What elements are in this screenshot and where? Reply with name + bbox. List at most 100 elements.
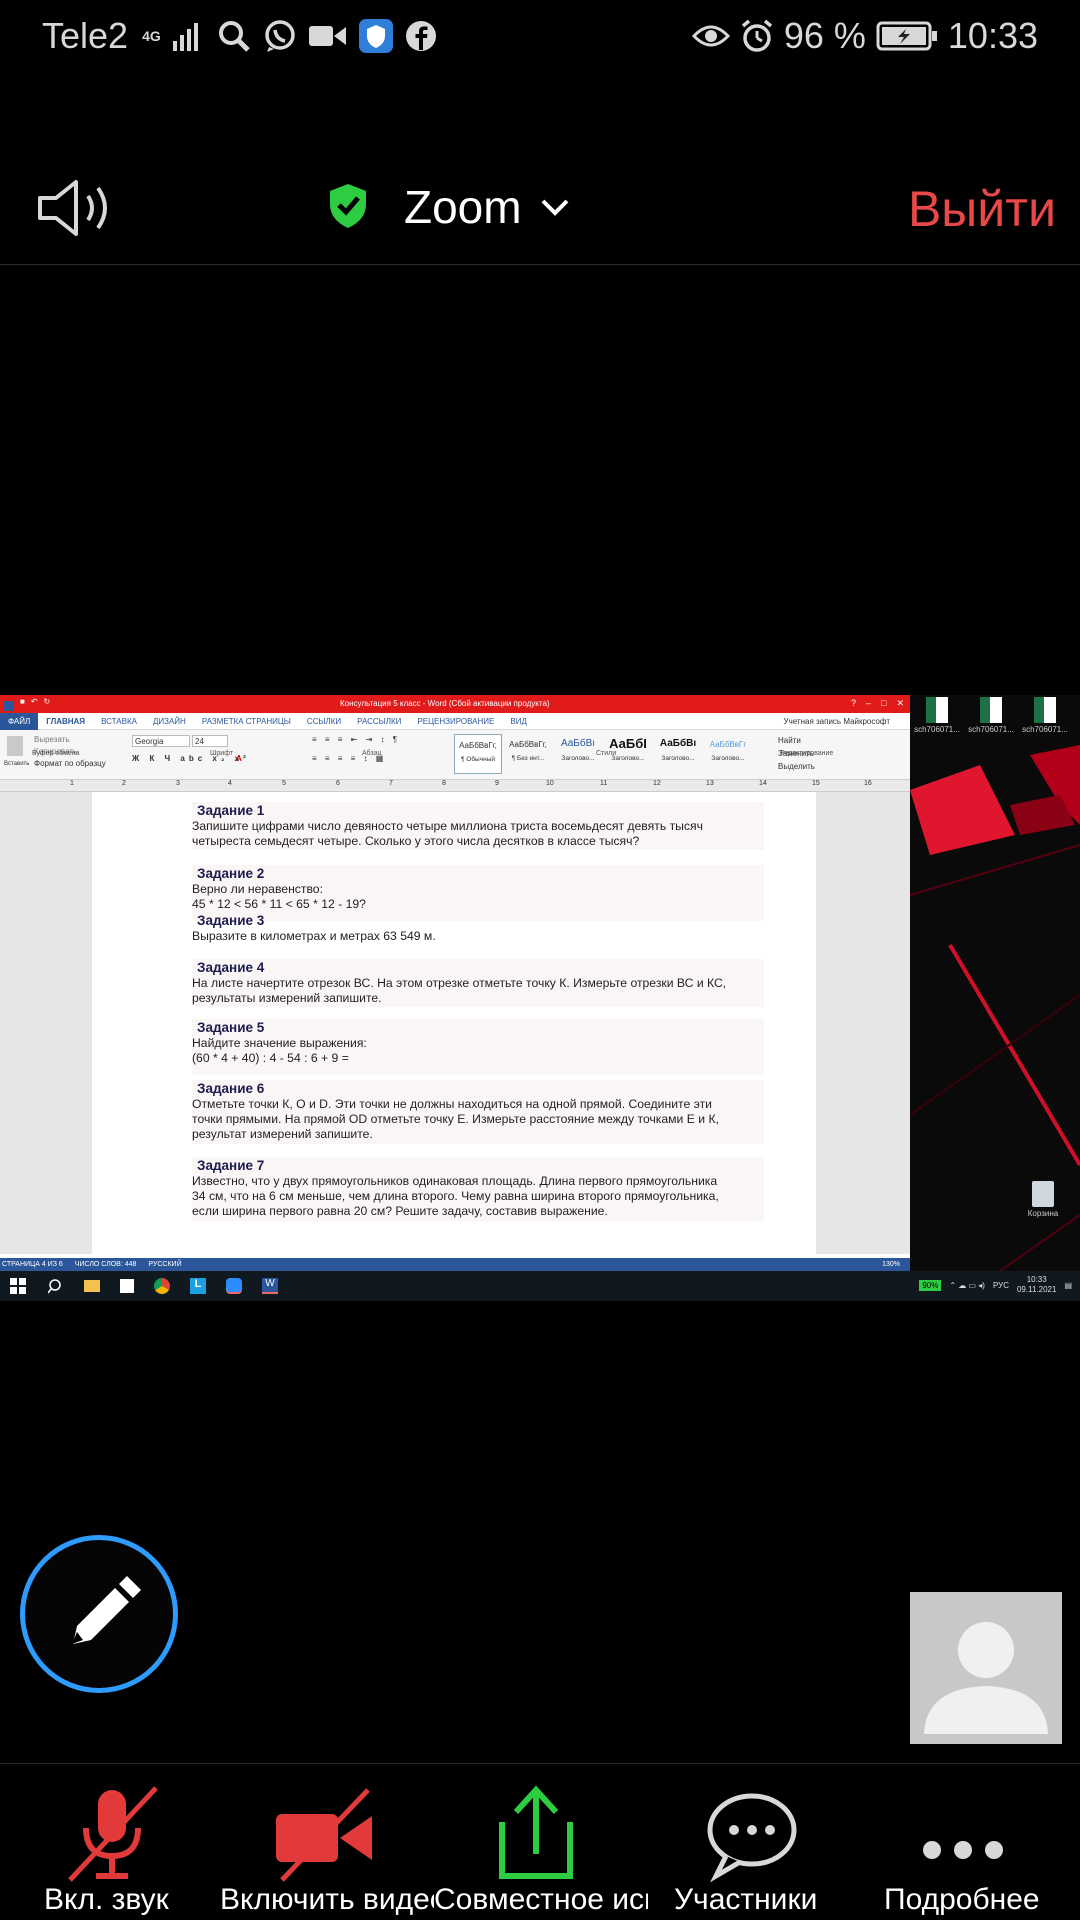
task-line: если ширина первого равна 20 см? Решите … [192, 1204, 608, 1219]
video-off-icon [276, 1788, 372, 1882]
ruler[interactable]: 1 2 3 4 5 6 7 8 9 10 11 12 13 14 15 16 [0, 780, 910, 792]
recycle-bin-icon [1032, 1181, 1054, 1207]
shield-app-icon [358, 19, 393, 53]
tray-language[interactable]: РУС [993, 1281, 1009, 1290]
task-title: Задание 7 [197, 1158, 265, 1173]
mic-muted-icon [68, 1786, 158, 1882]
start-video-button[interactable] [268, 1784, 378, 1889]
task-title: Задание 3 [197, 913, 265, 928]
ribbon-group-labels: Буфер обмена Шрифт Абзац Стили Редактиро… [32, 750, 834, 757]
chrome-icon[interactable] [154, 1278, 170, 1294]
task-line: Запишите цифрами число девяносто четыре … [192, 819, 703, 833]
folder-icon[interactable] [84, 1280, 100, 1292]
search-icon[interactable] [48, 1278, 64, 1294]
speaker-icon [38, 180, 107, 236]
start-video-label: Включить видео [220, 1883, 434, 1916]
speaker-button[interactable] [36, 178, 118, 243]
help-icon[interactable]: ? [851, 698, 856, 709]
tab-insert[interactable]: ВСТАВКА [93, 717, 145, 726]
unmute-button[interactable] [60, 1784, 164, 1889]
annotate-button[interactable] [20, 1535, 178, 1693]
windows-start-icon[interactable] [10, 1278, 26, 1294]
task-block: Задание 1 Запишите цифрами число девянос… [192, 802, 764, 851]
task-line: точки прямыми. На прямой OD отметьте точ… [192, 1112, 719, 1127]
tab-design[interactable]: ДИЗАЙН [145, 717, 194, 726]
excel-icon [980, 697, 1002, 723]
window-title: Консультация 5 класс - Word (Сбой актива… [340, 699, 550, 708]
zoom-top-bar: Zoom Выйти [0, 150, 1080, 265]
close-icon[interactable]: ✕ [896, 698, 904, 709]
unmute-label: Вкл. звук [44, 1883, 169, 1916]
carrier-label: Tele2 [42, 15, 129, 56]
share-screen-button[interactable] [494, 1784, 578, 1889]
tab-layout[interactable]: РАЗМЕТКА СТРАНИЦЫ [194, 717, 299, 726]
windows-desktop: sch706071... sch706071... sch706071... К… [910, 695, 1080, 1271]
tab-review[interactable]: РЕЦЕНЗИРОВАНИЕ [409, 717, 502, 726]
task-title: Задание 4 [197, 960, 265, 975]
search-icon [218, 21, 250, 52]
task-title: Задание 5 [197, 1020, 265, 1035]
undo-icon[interactable]: ↶ [31, 697, 38, 711]
word-window: ■ ↶ ↻ Консультация 5 класс - Word (Сбой … [0, 695, 910, 1301]
participants-button[interactable] [704, 1784, 800, 1889]
pencil-icon [72, 1576, 141, 1644]
maximize-icon[interactable]: □ [881, 698, 886, 709]
meeting-title: Zoom [404, 181, 522, 233]
tab-home[interactable]: ГЛАВНАЯ [38, 717, 93, 726]
recycle-bin[interactable]: Корзина [1018, 1181, 1068, 1218]
tray-battery[interactable]: 90% [919, 1279, 942, 1291]
task-block: Задание 4 На листе начертите отрезок ВС.… [192, 959, 764, 1008]
tab-references[interactable]: ССЫЛКИ [299, 717, 349, 726]
leave-meeting-button[interactable]: Выйти [908, 180, 1056, 238]
font-size-select[interactable]: 24 [192, 735, 228, 747]
tab-view[interactable]: ВИД [502, 717, 535, 726]
select-button[interactable]: Выделить [778, 760, 815, 773]
word-count[interactable]: ЧИСЛО СЛОВ: 448 [75, 1261, 137, 1268]
task-title: Задание 6 [197, 1081, 265, 1096]
battery-charging-icon [876, 21, 937, 51]
cut-button[interactable]: Вырезать [34, 734, 106, 746]
task-line: Найдите значение выражения: [192, 1036, 367, 1050]
more-dots-icon [923, 1841, 1003, 1859]
video-camera-icon [308, 26, 346, 46]
task-block: Задание 3 Выразите в километрах и метрах… [192, 912, 764, 945]
zoom-taskbar-icon[interactable] [226, 1278, 242, 1294]
save-icon[interactable]: ■ [20, 697, 25, 711]
excel-icon [926, 697, 948, 723]
zoom-level[interactable]: 130% [882, 1261, 910, 1268]
list-buttons[interactable]: ≡ ≡ ≡ ⇤ ⇥ ↕ ¶ [312, 735, 400, 744]
excel-file-icon[interactable]: sch706071... [912, 697, 962, 734]
excel-icon [1034, 697, 1056, 723]
chat-bubble-icon [707, 1793, 797, 1883]
account-label[interactable]: Учетная запись Майкрософт [783, 717, 910, 726]
tray-clock[interactable]: 10:33 09.11.2021 [1017, 1275, 1056, 1295]
tray-icons[interactable]: ⌃ ☁ ▭ ◂) [949, 1281, 985, 1290]
document-page[interactable]: Задание 1 Запишите цифрами число девянос… [92, 792, 816, 1254]
excel-file-icon[interactable]: sch706071... [966, 697, 1016, 734]
document-area[interactable]: Задание 1 Запишите цифрами число девянос… [0, 792, 910, 1254]
task-line: Верно ли неравенство: [192, 882, 323, 896]
meeting-title-dropdown[interactable]: Zoom [330, 180, 570, 234]
more-button[interactable] [920, 1784, 1006, 1889]
font-name-select[interactable]: Georgia [132, 735, 190, 747]
task-line: (60 * 4 + 40) : 4 - 54 : 6 + 9 = [192, 1051, 349, 1066]
language[interactable]: РУССКИЙ [148, 1261, 181, 1268]
share-upload-icon [499, 1785, 573, 1879]
tab-mailings[interactable]: РАССЫЛКИ [349, 717, 409, 726]
excel-file-icon[interactable]: sch706071... [1020, 697, 1070, 734]
self-video-thumbnail[interactable] [910, 1592, 1062, 1744]
minimize-icon[interactable]: – [866, 698, 871, 709]
word-app-icon [4, 701, 14, 711]
app-l-icon[interactable]: L [190, 1278, 206, 1294]
redo-icon[interactable]: ↻ [44, 697, 51, 711]
alarm-icon [741, 19, 772, 52]
task-line: четыреста семьдесят четыре. Сколько у эт… [192, 834, 640, 849]
store-icon[interactable] [120, 1279, 134, 1293]
task-block: Задание 5 Найдите значение выражения: (6… [192, 1019, 764, 1075]
find-button[interactable]: Найти [778, 734, 815, 747]
word-taskbar-icon[interactable]: W [262, 1278, 278, 1294]
notifications-icon[interactable]: ▤ [1064, 1281, 1072, 1290]
page-count[interactable]: СТРАНИЦА 4 ИЗ 6 [2, 1261, 63, 1268]
whatsapp-icon [265, 20, 295, 52]
tab-file[interactable]: ФАЙЛ [0, 712, 39, 730]
